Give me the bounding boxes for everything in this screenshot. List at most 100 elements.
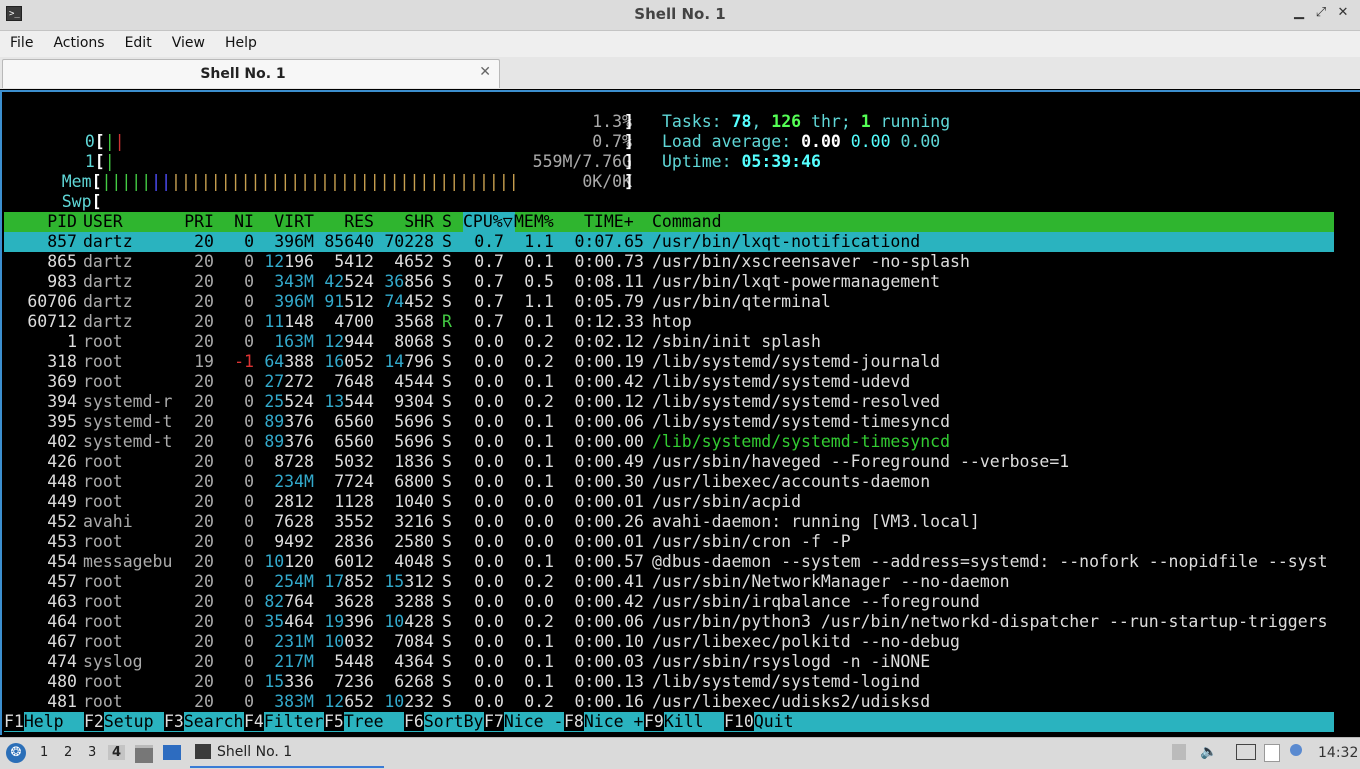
close-icon[interactable]: ✕ <box>1336 5 1350 20</box>
column-header-pri[interactable]: PRI <box>178 212 214 232</box>
cell-command: htop <box>652 312 692 331</box>
process-row[interactable]: 454 messagebu 20 0 10120 6012 4048 S 0.0 0.1 0:00.… <box>2 552 1332 572</box>
fkey-kill-button[interactable]: F9Kill <box>644 712 723 732</box>
swp-bracket: ] <box>624 172 634 191</box>
tray-arrow-icon[interactable] <box>1172 744 1186 760</box>
cell-mem: 0.1 <box>524 452 554 471</box>
menu-view[interactable]: View <box>162 31 215 57</box>
cell-pri: 20 <box>194 232 214 251</box>
tab-close-icon[interactable]: ✕ <box>479 64 491 80</box>
process-row[interactable]: 457 root 20 0 254M 17852 15312 S 0.0 0.2 0:00.41/u… <box>2 572 1332 592</box>
process-row[interactable]: 318 root 19 -1 64388 16052 14796 S 0.0 0.2 0:00.19… <box>2 352 1332 372</box>
show-desktop-icon[interactable] <box>163 745 181 760</box>
menu-edit[interactable]: Edit <box>115 31 162 57</box>
fkey-nice-button[interactable]: F7Nice - <box>484 712 563 732</box>
column-header-state[interactable]: S <box>442 212 456 232</box>
cell-ni: 0 <box>244 552 254 571</box>
fkey-quit-button[interactable]: F10Quit <box>724 712 794 732</box>
process-row[interactable]: 453 root 20 0 9492 2836 2580 S 0.0 0.0 0:00.01/usr… <box>2 532 1332 552</box>
cpu0-value: 1.3% <box>592 112 632 131</box>
file-manager-icon[interactable] <box>135 745 153 763</box>
start-menu-icon[interactable]: ❂ <box>6 743 26 763</box>
fkey-nice-button[interactable]: F8Nice + <box>564 712 643 732</box>
volume-icon[interactable]: 🔈 <box>1200 744 1217 760</box>
column-header-shr[interactable]: SHR <box>374 212 434 232</box>
process-row[interactable]: 449 root 20 0 2812 1128 1040 S 0.0 0.0 0:00.01/usr… <box>2 492 1332 512</box>
tab-shell-1[interactable]: Shell No. 1 ✕ <box>2 59 500 88</box>
fkey-search-button[interactable]: F3Search <box>164 712 243 732</box>
menu-file[interactable]: File <box>0 31 43 57</box>
process-row[interactable]: 480 root 20 0 15336 7236 6268 S 0.0 0.1 0:00.13/li… <box>2 672 1332 692</box>
process-row[interactable]: 474 syslog 20 0 217M 5448 4364 S 0.0 0.1 0:00.03/u… <box>2 652 1332 672</box>
process-row[interactable]: 467 root 20 0 231M 10032 7084 S 0.0 0.1 0:00.10/us… <box>2 632 1332 652</box>
process-table-header[interactable]: PID USER PRI NI VIRT RES SHR S CPU%▽ MEM% TIME+ Com… <box>4 212 1334 232</box>
process-row[interactable]: 857 dartz 20 0 396M 85640 70228 S 0.7 1.1 0:07.65/… <box>2 232 1332 252</box>
fkey-sortby-button[interactable]: F6SortBy <box>404 712 483 732</box>
process-row[interactable]: 464 root 20 0 35464 19396 10428 S 0.0 0.2 0:00.06/… <box>2 612 1332 632</box>
process-row[interactable]: 60712 dartz 20 0 11148 4700 3568 R 0.7 0.1 0:12.33… <box>2 312 1332 332</box>
clipboard-icon[interactable] <box>1264 744 1280 762</box>
cell-pid: 857 <box>47 232 77 251</box>
cell-pid: 452 <box>47 512 77 531</box>
cell-res: 5412 <box>334 252 374 271</box>
taskbar-task-shell[interactable]: Shell No. 1 <box>190 740 384 768</box>
cell-pri: 20 <box>194 252 214 271</box>
menu-help[interactable]: Help <box>215 31 267 57</box>
cell-ni: 0 <box>244 632 254 651</box>
process-row[interactable]: 426 root 20 0 8728 5032 1836 S 0.0 0.1 0:00.49/usr… <box>2 452 1332 472</box>
process-row[interactable]: 394 systemd-r 20 0 25524 13544 9304 S 0.0 0.2 0:00… <box>2 392 1332 412</box>
menu-actions[interactable]: Actions <box>43 31 114 57</box>
process-row[interactable]: 481 root 20 0 383M 12652 10232 S 0.0 0.2 0:00.16/u… <box>2 692 1332 712</box>
cell-virt: 12196 <box>264 252 314 271</box>
fkey-label: Kill <box>663 712 724 731</box>
cell-user: messagebu <box>83 552 173 571</box>
fkey-setup-button[interactable]: F2Setup <box>84 712 163 732</box>
process-row[interactable]: 395 systemd-t 20 0 89376 6560 5696 S 0.0 0.1 0:00.… <box>2 412 1332 432</box>
cell-command: /sbin/init splash <box>652 332 821 351</box>
column-header-pid[interactable]: PID <box>22 212 77 232</box>
clock[interactable]: 14:32 <box>1318 745 1358 761</box>
cell-pri: 20 <box>194 632 214 651</box>
process-row[interactable]: 60706 dartz 20 0 396M 91512 74452 S 0.7 1.1 0:05.7… <box>2 292 1332 312</box>
fkey-filter-button[interactable]: F4Filter <box>244 712 323 732</box>
process-row[interactable]: 369 root 20 0 27272 7648 4544 S 0.0 0.1 0:00.42/li… <box>2 372 1332 392</box>
workspace-3[interactable]: 3 <box>88 745 96 760</box>
cell-time: 0:00.30 <box>574 472 644 491</box>
column-header-user[interactable]: USER <box>83 212 178 232</box>
cell-command: /lib/systemd/systemd-timesyncd <box>652 412 951 431</box>
cell-command: /lib/systemd/systemd-timesyncd <box>652 432 951 451</box>
cell-pri: 20 <box>194 592 214 611</box>
column-header-virt[interactable]: VIRT <box>254 212 314 232</box>
workspace-4[interactable]: 4 <box>108 745 126 760</box>
cell-mem: 0.2 <box>524 612 554 631</box>
process-row[interactable]: 865 dartz 20 0 12196 5412 4652 S 0.7 0.1 0:00.73/u… <box>2 252 1332 272</box>
updates-icon[interactable] <box>1290 744 1302 756</box>
column-header-cpu[interactable]: CPU%▽ <box>463 212 515 232</box>
column-header-mem[interactable]: MEM% <box>514 212 564 232</box>
process-row[interactable]: 452 avahi 20 0 7628 3552 3216 S 0.0 0.0 0:00.26 ava… <box>2 512 1332 532</box>
process-row[interactable]: 463 root 20 0 82764 3628 3288 S 0.0 0.0 0:00.42/us… <box>2 592 1332 612</box>
cell-shr: 2580 <box>394 532 434 551</box>
process-row[interactable]: 402 systemd-t 20 0 89376 6560 5696 S 0.0 0.1 0:00.… <box>2 432 1332 452</box>
maximize-icon[interactable]: ⤢ <box>1314 5 1328 20</box>
process-row[interactable]: 983 dartz 20 0 343M 42524 36856 S 0.7 0.5 0:08.11/… <box>2 272 1332 292</box>
workspace-1[interactable]: 1 <box>40 745 48 760</box>
cpu0-bracket: ] <box>624 112 634 131</box>
column-header-ni[interactable]: NI <box>214 212 254 232</box>
minimize-icon[interactable]: ▁ <box>1292 5 1306 20</box>
cell-user: syslog <box>83 652 143 671</box>
network-icon[interactable] <box>1236 744 1256 760</box>
cell-res: 3628 <box>334 592 374 611</box>
terminal-area[interactable]: 0[|| 1.3% ] 1[| 0.7% ] Mem[|||||||||||||… <box>0 90 1360 735</box>
process-row[interactable]: 448 root 20 0 234M 7724 6800 S 0.0 0.1 0:00.30/usr… <box>2 472 1332 492</box>
cell-shr: 4048 <box>394 552 434 571</box>
cell-time: 0:00.41 <box>574 572 644 591</box>
process-row[interactable]: 1 root 20 0 163M 12944 8068 S 0.0 0.2 0:02.12/sbin… <box>2 332 1332 352</box>
workspace-2[interactable]: 2 <box>64 745 72 760</box>
fkey-tree-button[interactable]: F5Tree <box>324 712 403 732</box>
column-header-res[interactable]: RES <box>314 212 374 232</box>
cell-ni: 0 <box>244 272 254 291</box>
cell-cpu: 0.0 <box>474 492 504 511</box>
fkey-help-button[interactable]: F1Help <box>4 712 83 732</box>
column-header-command[interactable]: Command <box>652 212 1332 232</box>
